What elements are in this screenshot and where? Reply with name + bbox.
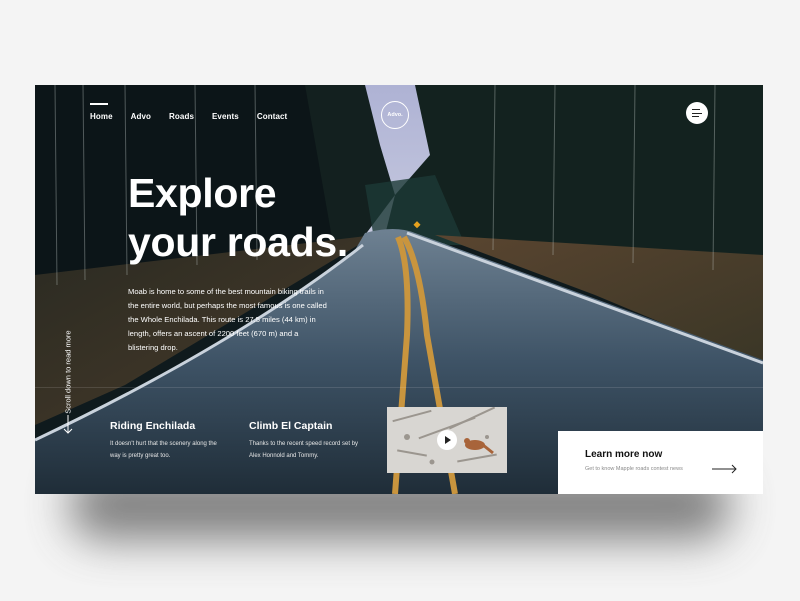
scroll-hint-label: Scroll down to read more [63, 329, 73, 414]
nav-events[interactable]: Events [212, 112, 239, 121]
arrow-down-icon [63, 415, 73, 434]
learn-more-card[interactable]: Learn more now Get to know Mapple roads … [558, 431, 763, 494]
video-thumbnail[interactable] [387, 407, 507, 473]
hamburger-menu-icon[interactable] [686, 102, 708, 124]
feature-title: Riding Enchilada [110, 420, 196, 432]
feature-text: Thanks to the recent speed record set by… [249, 441, 359, 459]
play-icon[interactable] [437, 430, 457, 450]
hero-headline: Explore your roads. [128, 169, 348, 267]
main-nav: Home Advo Roads Events Contact [90, 103, 305, 121]
headline-line-2: your roads. [128, 219, 348, 265]
hero-section: Home Advo Roads Events Contact Advo. Exp… [35, 85, 763, 494]
cta-title: Learn more now [585, 449, 663, 460]
nav-roads[interactable]: Roads [169, 112, 194, 121]
scroll-hint[interactable]: Scroll down to read more [61, 310, 75, 435]
hero-intro-text: Moab is home to some of the best mountai… [128, 287, 327, 352]
cta-subtitle: Get to know Mapple roads contest news [585, 466, 683, 472]
feature-card-climb[interactable]: Climb El Captain Thanks to the recent sp… [249, 420, 359, 462]
nav-contact[interactable]: Contact [257, 112, 287, 121]
nav-advo[interactable]: Advo [131, 112, 151, 121]
brand-logo[interactable]: Advo. [381, 101, 409, 129]
feature-title: Climb El Captain [249, 420, 333, 432]
headline-line-1: Explore [128, 170, 277, 216]
feature-card-riding[interactable]: Riding Enchilada It doesn't hurt that th… [110, 420, 220, 462]
arrow-right-icon[interactable] [712, 464, 738, 474]
feature-text: It doesn't hurt that the scenery along t… [110, 441, 217, 459]
section-divider [35, 387, 763, 388]
nav-home[interactable]: Home [90, 103, 113, 121]
logo-text: Advo. [387, 112, 403, 118]
